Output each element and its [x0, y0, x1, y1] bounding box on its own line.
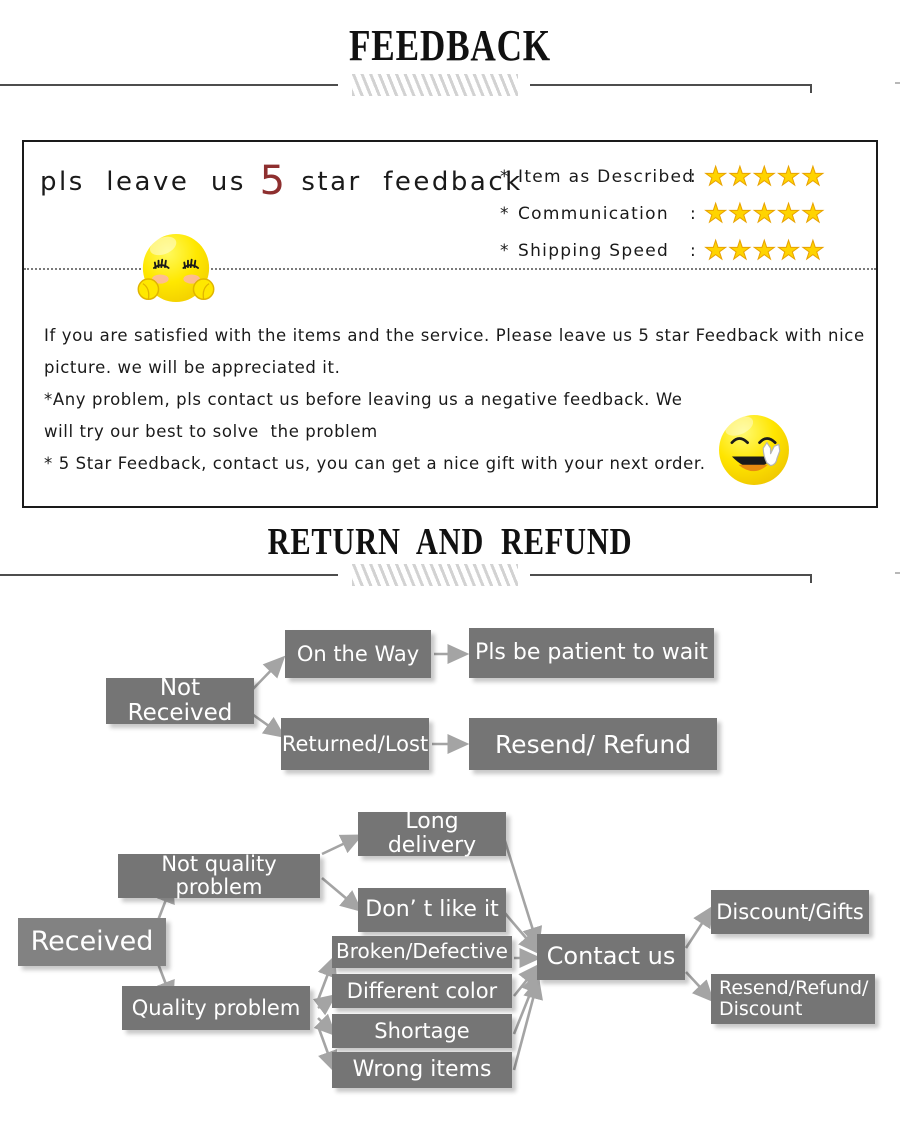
rating-colon: :	[690, 167, 698, 187]
flow-node-not-quality-problem[interactable]: Not quality problem	[118, 853, 320, 898]
rating-colon: :	[690, 241, 698, 261]
flow-node-long-delivery[interactable]: Long delivery	[358, 810, 506, 857]
divider-rule-right	[530, 574, 812, 583]
smiling-peace-sign-emoji	[719, 415, 789, 485]
rating-colon: :	[690, 204, 698, 224]
decorative-divider-top	[0, 72, 900, 98]
flow-node-broken-defective[interactable]: Broken/Defective	[332, 936, 512, 968]
rating-stars-icon: ★★★★★	[704, 162, 826, 193]
rating-row-shipping-speed: * Shipping Speed: ★★★★★	[500, 236, 870, 267]
divider-edge-tick-top	[895, 82, 900, 84]
page-title-return-and-refund: RETURN AND REFUND	[267, 521, 633, 563]
rating-label: Communication	[518, 204, 669, 224]
flow-node-wrong-items[interactable]: Wrong items	[332, 1052, 512, 1088]
rating-stars-icon: ★★★★★	[704, 236, 826, 267]
flow-node-different-color[interactable]: Different color	[332, 974, 512, 1008]
feedback-headline-after: star feedback	[290, 167, 523, 197]
feedback-body-line: * 5 Star Feedback, contact us, you can g…	[44, 454, 706, 473]
rating-label: Shipping Speed	[518, 241, 670, 261]
rating-stars-icon: ★★★★★	[704, 199, 826, 230]
feedback-headline-number: 5	[259, 158, 288, 204]
divider-rule-right	[530, 84, 812, 93]
page-title-feedback: FEEDBACK	[349, 21, 551, 70]
feedback-body-line: *Any problem, pls contact us before leav…	[44, 390, 683, 409]
flow-node-not-received[interactable]: Not Received	[106, 676, 254, 725]
feedback-headline-before: pls leave us	[40, 167, 257, 197]
flow-node-returned-lost[interactable]: Returned/Lost	[281, 718, 429, 770]
divider-hatch	[352, 564, 518, 586]
rating-label: Item as Described	[518, 167, 695, 187]
divider-edge-tick-bottom	[895, 572, 900, 574]
flow-node-quality-problem[interactable]: Quality problem	[122, 986, 310, 1030]
feedback-body-line: If you are satisfied with the items and …	[44, 326, 865, 345]
feedback-body-line: will try our best to solve the problem	[44, 422, 378, 441]
flow-node-dont-like-it[interactable]: Don’ t like it	[358, 888, 506, 932]
flow-node-shortage[interactable]: Shortage	[332, 1014, 512, 1048]
divider-hatch	[352, 74, 518, 96]
rating-asterisk-icon: *	[500, 204, 510, 224]
feedback-headline: pls leave us 5 star feedback	[40, 158, 523, 204]
rating-row-communication: * Communication: ★★★★★	[500, 199, 870, 230]
rating-asterisk-icon: *	[500, 167, 510, 187]
flow-node-received[interactable]: Received	[18, 918, 166, 966]
rating-asterisk-icon: *	[500, 241, 510, 261]
rating-row-item-as-described: * Item as Described: ★★★★★	[500, 162, 870, 193]
decorative-divider-bottom	[0, 562, 900, 588]
flow-node-discount-gifts[interactable]: Discount/Gifts	[711, 890, 869, 934]
flow-node-resend-refund[interactable]: Resend/ Refund	[469, 718, 717, 770]
flow-node-contact-us[interactable]: Contact us	[537, 934, 685, 980]
flow-node-resend-refund-discount[interactable]: Resend/Refund/ Discount	[711, 974, 875, 1024]
divider-rule-left	[0, 84, 338, 86]
feedback-body-line: picture. we will be appreciated it.	[44, 358, 341, 377]
return-refund-flowchart: Not Received On the Way Pls be patient t…	[0, 596, 900, 1106]
divider-rule-left	[0, 574, 338, 576]
flow-node-pls-be-patient[interactable]: Pls be patient to wait	[469, 628, 714, 678]
flow-node-on-the-way[interactable]: On the Way	[285, 630, 431, 678]
shy-face-emoji	[137, 233, 215, 303]
